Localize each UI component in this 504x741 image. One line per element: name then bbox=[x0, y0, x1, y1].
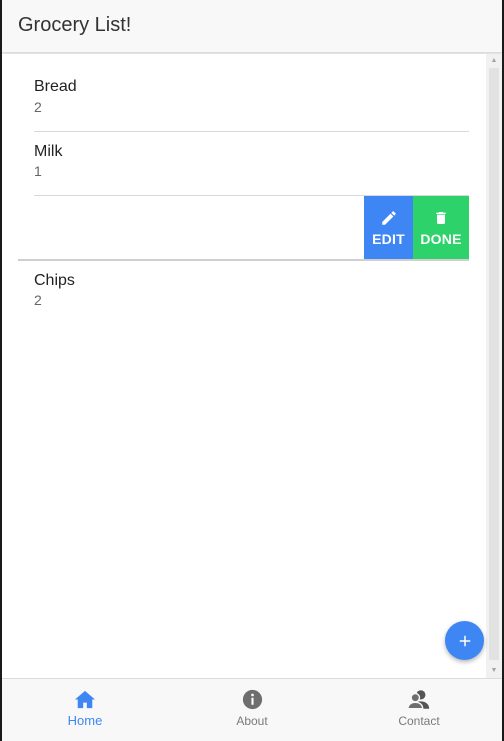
tab-contact[interactable]: Contact bbox=[336, 679, 502, 741]
tab-home[interactable]: Home bbox=[2, 679, 168, 741]
done-label: DONE bbox=[420, 230, 462, 247]
item-name: Bread bbox=[34, 78, 77, 95]
tab-label: Contact bbox=[398, 714, 440, 728]
plus-icon bbox=[459, 635, 470, 646]
grocery-list: Bread 2 Milk 1 Chips 2 bbox=[2, 54, 486, 678]
tab-about[interactable]: About bbox=[169, 679, 335, 741]
contacts-icon bbox=[407, 690, 430, 710]
list-item[interactable]: Milk 1 bbox=[34, 132, 469, 195]
trash-icon bbox=[436, 211, 446, 224]
list-item[interactable]: Bread 2 bbox=[34, 54, 469, 131]
item-name: Chips bbox=[34, 272, 75, 289]
app-header: Grocery List! bbox=[2, 0, 502, 53]
edit-button[interactable]: EDIT bbox=[364, 196, 413, 259]
info-icon bbox=[242, 689, 262, 710]
done-button[interactable]: DONE bbox=[413, 196, 469, 259]
tab-label: About bbox=[236, 714, 268, 728]
scroll-thumb[interactable] bbox=[489, 68, 499, 660]
tab-label: Home bbox=[67, 713, 103, 728]
edit-label: EDIT bbox=[372, 230, 405, 247]
page-title: Grocery List! bbox=[18, 14, 132, 36]
scroll-up-icon[interactable]: ▲ bbox=[486, 54, 502, 68]
app-window: Grocery List! Bread 2 Milk 1 Chips 2 EDI… bbox=[2, 0, 502, 741]
item-quantity: 2 bbox=[34, 99, 42, 115]
scroll-down-icon[interactable]: ▼ bbox=[486, 664, 502, 678]
item-quantity: 1 bbox=[34, 163, 42, 179]
list-item[interactable]: Chips 2 bbox=[34, 261, 469, 324]
tab-bar: Home About Contact bbox=[2, 678, 502, 741]
pencil-icon bbox=[381, 210, 396, 225]
item-name: Milk bbox=[34, 143, 63, 160]
add-item-button[interactable] bbox=[445, 621, 484, 660]
home-icon bbox=[75, 690, 95, 709]
scrollbar[interactable]: ▲ ▼ bbox=[486, 54, 502, 678]
item-quantity: 2 bbox=[34, 292, 42, 308]
